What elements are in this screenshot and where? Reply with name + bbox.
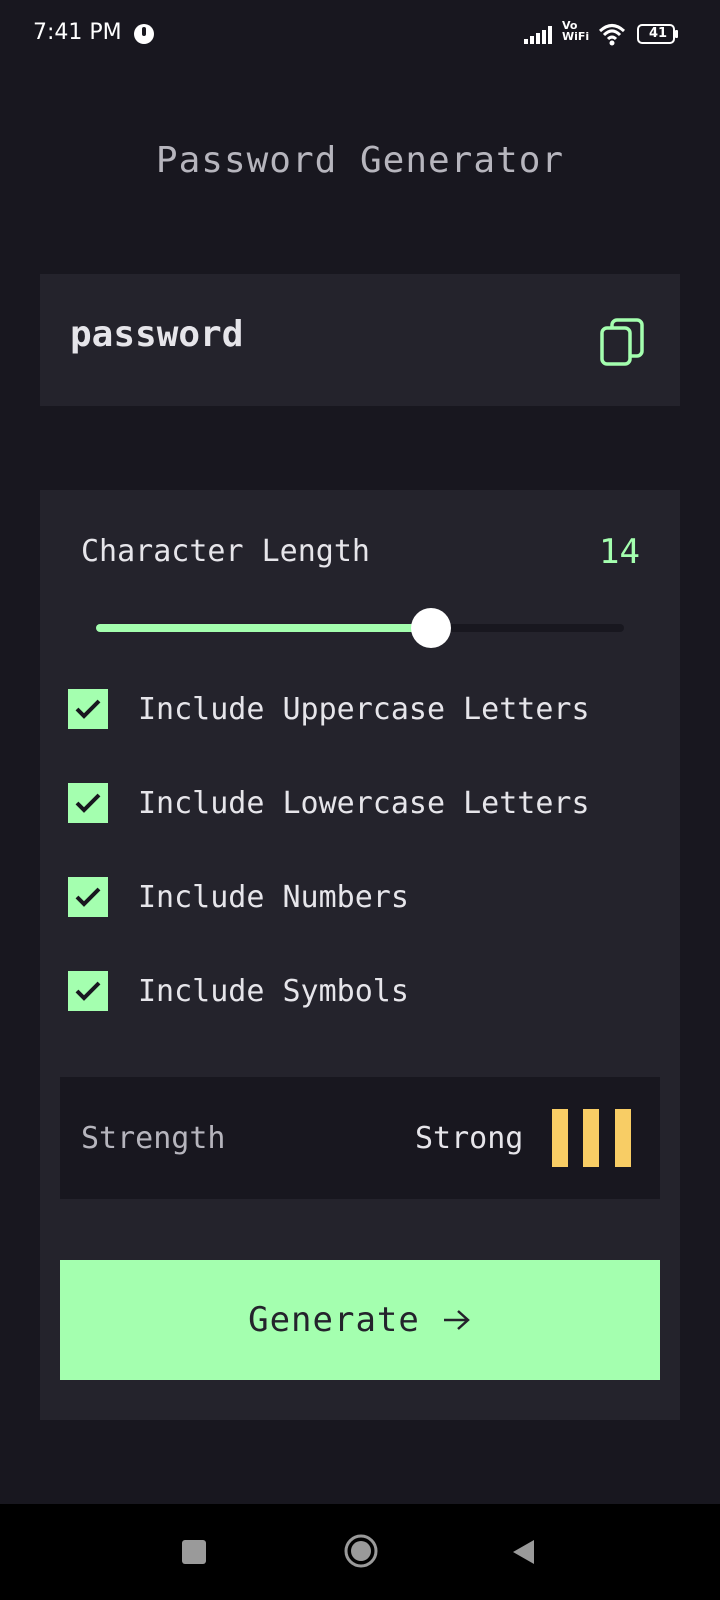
vowifi-indicator: Vo WiFi [562, 20, 589, 42]
checkbox-label: Include Uppercase Letters [138, 691, 590, 727]
strength-bar [552, 1109, 568, 1167]
cellular-signal-icon [524, 26, 552, 44]
checkbox-uppercase[interactable]: Include Uppercase Letters [68, 688, 590, 730]
checkbox-lowercase[interactable]: Include Lowercase Letters [68, 782, 590, 824]
check-icon [75, 981, 101, 1001]
checkbox-box[interactable] [68, 877, 108, 917]
status-time: 7:41 PM [33, 20, 122, 45]
slider-thumb[interactable] [411, 608, 452, 648]
checkbox-label: Include Numbers [138, 879, 409, 915]
strength-bar [583, 1109, 599, 1167]
options-panel: Character Length 14 Include Uppercase Le… [40, 490, 680, 1420]
character-length-label: Character Length [81, 534, 370, 569]
system-nav-bar [0, 1504, 720, 1600]
status-bar: 7:41 PM Vo WiFi 41 [0, 0, 720, 70]
arrow-right-icon [443, 1310, 470, 1330]
checkbox-label: Include Lowercase Letters [138, 785, 590, 821]
generate-button[interactable]: Generate [60, 1260, 660, 1380]
home-button[interactable] [343, 1533, 379, 1569]
strength-bar [615, 1109, 631, 1167]
page-title: Password Generator [155, 140, 565, 181]
vowifi-bottom: WiFi [562, 30, 590, 43]
checkbox-box[interactable] [68, 689, 108, 729]
checkbox-box[interactable] [68, 971, 108, 1011]
check-icon [75, 793, 101, 813]
strength-label: Strength [81, 1121, 226, 1156]
recents-button[interactable] [182, 1540, 206, 1564]
battery-level: 41 [648, 26, 668, 41]
character-length-value: 14 [599, 532, 640, 572]
copy-icon[interactable] [598, 316, 648, 368]
generate-label: Generate [248, 1300, 420, 1340]
checkbox-label: Include Symbols [138, 973, 409, 1009]
password-display: password [40, 274, 680, 406]
checkbox-box[interactable] [68, 783, 108, 823]
check-icon [75, 887, 101, 907]
password-text: password [70, 314, 244, 355]
checkbox-symbols[interactable]: Include Symbols [68, 970, 409, 1012]
length-slider[interactable] [96, 608, 624, 648]
strength-meter: Strength Strong [60, 1077, 660, 1199]
back-button[interactable] [510, 1538, 536, 1566]
wifi-icon [598, 24, 626, 46]
checkbox-numbers[interactable]: Include Numbers [68, 876, 409, 918]
check-icon [75, 699, 101, 719]
slider-fill [96, 624, 432, 632]
notification-icon [134, 24, 154, 44]
strength-value: Strong [415, 1121, 524, 1156]
